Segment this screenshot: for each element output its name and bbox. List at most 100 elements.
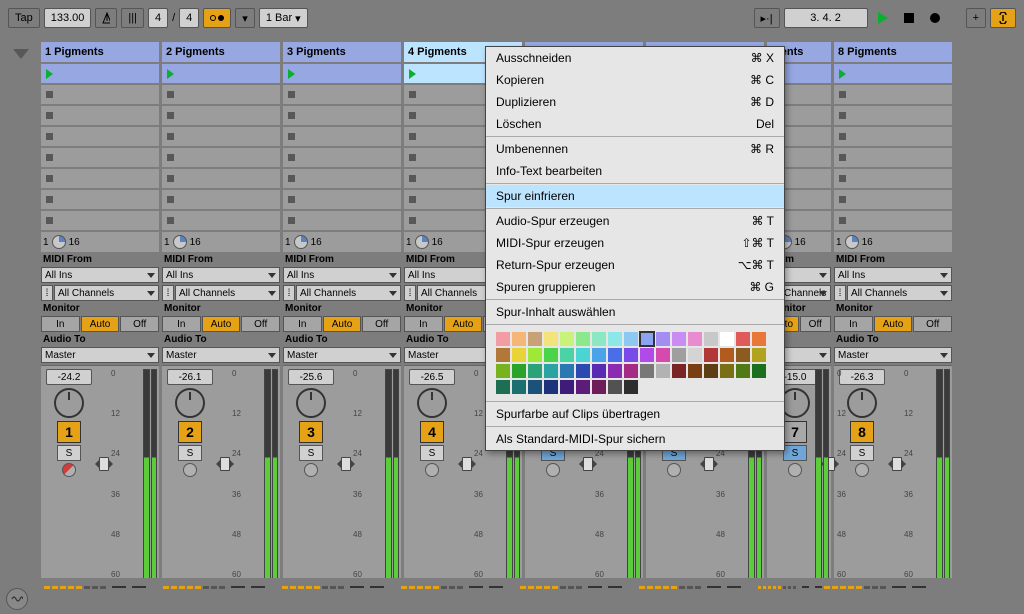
clip-slot-empty[interactable]: [162, 127, 280, 146]
clip-slot-empty[interactable]: [834, 85, 952, 104]
monitor-auto[interactable]: Auto: [874, 316, 913, 332]
stop-clip-icon[interactable]: [162, 150, 178, 166]
clip-slot-empty[interactable]: [41, 169, 159, 188]
midi-channel-dropdown[interactable]: Channels: [780, 285, 831, 301]
color-swatch[interactable]: [544, 332, 558, 346]
midi-from-dropdown[interactable]: All Ins: [283, 267, 401, 283]
clip-slot-empty[interactable]: [162, 148, 280, 167]
color-swatch[interactable]: [496, 348, 510, 362]
color-swatch[interactable]: [528, 332, 542, 346]
ctx-assign-color-to-clips[interactable]: Spurfarbe auf Clips übertragen: [486, 403, 784, 425]
monitor-auto[interactable]: Auto: [323, 316, 362, 332]
monitor-in[interactable]: In: [404, 316, 443, 332]
color-swatch[interactable]: [688, 364, 702, 378]
volume-fader[interactable]: [704, 457, 714, 471]
clip-slot-empty[interactable]: [283, 148, 401, 167]
crossfade-segment[interactable]: [401, 580, 518, 594]
stop-clip-icon[interactable]: [283, 213, 299, 229]
stop-clip-icon[interactable]: [41, 192, 57, 208]
track-header[interactable]: 1 Pigments: [41, 42, 159, 62]
ctx-edit-info[interactable]: Info-Text bearbeiten: [486, 160, 784, 182]
color-swatch[interactable]: [704, 364, 718, 378]
stop-all-icon[interactable]: [13, 49, 29, 59]
clip-slot-empty[interactable]: [162, 190, 280, 209]
color-swatch[interactable]: [528, 380, 542, 394]
color-swatch[interactable]: [704, 332, 718, 346]
color-swatch[interactable]: [592, 332, 606, 346]
stop-clip-icon[interactable]: [162, 108, 178, 124]
play-clip-icon[interactable]: [41, 66, 57, 82]
color-swatch[interactable]: [624, 364, 638, 378]
monitor-off[interactable]: Off: [241, 316, 280, 332]
stop-clip-icon[interactable]: [834, 108, 850, 124]
clip-slot-filled[interactable]: [41, 64, 159, 83]
arm-button[interactable]: [546, 463, 560, 477]
metronome-icon[interactable]: [95, 8, 117, 28]
monitor-auto[interactable]: Auto: [81, 316, 120, 332]
monitor-auto[interactable]: Auto: [202, 316, 241, 332]
clip-slot-empty[interactable]: [834, 127, 952, 146]
channel-pre-icon[interactable]: ⁞: [162, 285, 174, 301]
color-swatch[interactable]: [576, 332, 590, 346]
color-swatch[interactable]: [608, 348, 622, 362]
arm-button[interactable]: [788, 463, 802, 477]
crossfade-segment[interactable]: [639, 580, 756, 594]
nudge-down-icon[interactable]: |||: [121, 8, 144, 28]
ctx-freeze-track[interactable]: Spur einfrieren: [486, 185, 784, 207]
play-clip-icon[interactable]: [283, 66, 299, 82]
clip-slot-empty[interactable]: [834, 148, 952, 167]
dial-icon[interactable]: [294, 235, 308, 249]
midi-channel-dropdown[interactable]: All Channels: [175, 285, 280, 301]
stop-clip-icon[interactable]: [162, 87, 178, 103]
arm-button[interactable]: [425, 463, 439, 477]
stop-clip-icon[interactable]: [283, 129, 299, 145]
clip-slot-filled[interactable]: [162, 64, 280, 83]
color-swatch[interactable]: [736, 364, 750, 378]
clip-slot-empty[interactable]: [41, 85, 159, 104]
color-swatch[interactable]: [512, 364, 526, 378]
stop-button[interactable]: [898, 8, 920, 28]
color-swatch[interactable]: [624, 332, 638, 346]
midi-from-dropdown[interactable]: All Ins: [834, 267, 952, 283]
ctx-rename[interactable]: Umbenennen⌘ R: [486, 138, 784, 160]
stop-clip-icon[interactable]: [41, 150, 57, 166]
play-button[interactable]: [872, 8, 894, 28]
clip-slot-empty[interactable]: [162, 169, 280, 188]
clip-slot-empty[interactable]: [283, 127, 401, 146]
color-swatch[interactable]: [624, 348, 638, 362]
stop-clip-icon[interactable]: [404, 87, 420, 103]
stop-clip-icon[interactable]: [834, 87, 850, 103]
ctx-create-return-track[interactable]: Return-Spur erzeugen⌥⌘ T: [486, 254, 784, 276]
solo-button[interactable]: S: [420, 445, 444, 461]
play-clip-icon[interactable]: [162, 66, 178, 82]
audio-to-dropdown[interactable]: Master: [162, 347, 280, 363]
ctx-select-content[interactable]: Spur-Inhalt auswählen: [486, 301, 784, 323]
color-swatch[interactable]: [672, 364, 686, 378]
ctx-cut[interactable]: Ausschneiden⌘ X: [486, 47, 784, 69]
ctx-create-audio-track[interactable]: Audio-Spur erzeugen⌘ T: [486, 210, 784, 232]
midi-channel-dropdown[interactable]: All Channels: [54, 285, 159, 301]
color-swatch[interactable]: [560, 364, 574, 378]
color-swatch[interactable]: [544, 364, 558, 378]
color-swatch[interactable]: [544, 348, 558, 362]
color-swatch[interactable]: [640, 364, 654, 378]
dial-icon[interactable]: [52, 235, 66, 249]
color-swatch[interactable]: [720, 332, 734, 346]
clip-slot-empty[interactable]: [283, 211, 401, 230]
color-swatch[interactable]: [496, 332, 510, 346]
color-swatch[interactable]: [720, 364, 734, 378]
volume-fader[interactable]: [583, 457, 593, 471]
color-swatch[interactable]: [640, 348, 654, 362]
audio-to-dropdown[interactable]: Master: [283, 347, 401, 363]
color-swatch[interactable]: [528, 348, 542, 362]
color-swatch[interactable]: [576, 348, 590, 362]
track-activator[interactable]: 4: [420, 421, 444, 443]
pan-knob[interactable]: [417, 388, 447, 418]
clip-slot-filled[interactable]: [834, 64, 952, 83]
stop-clip-icon[interactable]: [834, 150, 850, 166]
clip-slot-empty[interactable]: [162, 85, 280, 104]
color-swatch[interactable]: [720, 348, 734, 362]
channel-pre-icon[interactable]: ⁞: [834, 285, 846, 301]
clip-slot-empty[interactable]: [834, 169, 952, 188]
follow-icon[interactable]: ▸·|: [754, 8, 780, 28]
